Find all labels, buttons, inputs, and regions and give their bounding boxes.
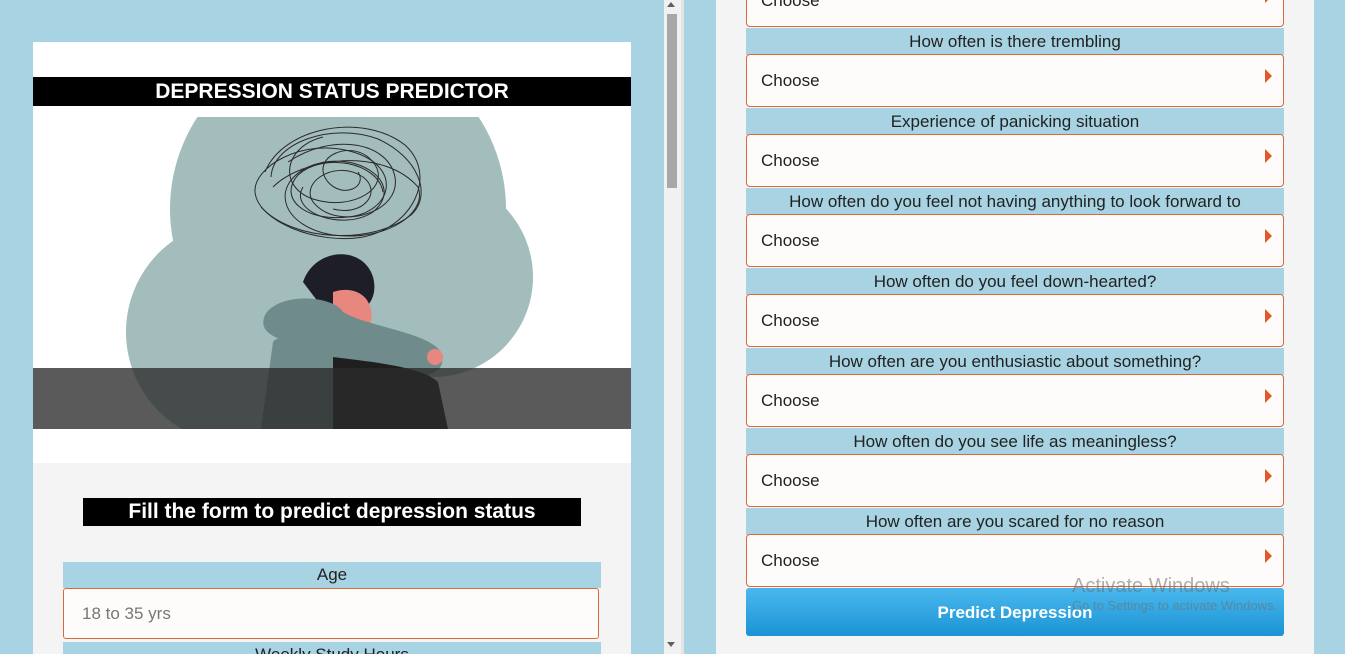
scroll-up-arrow-icon[interactable] — [667, 2, 675, 7]
question-label-trembling: How often is there trembling — [746, 28, 1284, 55]
app-title: DEPRESSION STATUS PREDICTOR — [33, 77, 631, 106]
select-value: Choose — [761, 471, 820, 490]
panicking-select[interactable]: Choose — [746, 134, 1284, 187]
question-label-panicking: Experience of panicking situation — [746, 108, 1284, 135]
enthusiastic-select[interactable]: Choose — [746, 374, 1284, 427]
hero-section: DEPRESSION STATUS PREDICTOR — [33, 42, 631, 463]
left-pane-scrollbar[interactable] — [664, 0, 682, 654]
question-label-enthusiastic: How often are you enthusiastic about som… — [746, 348, 1284, 375]
right-form-card: Choose How often is there trembling Choo… — [716, 0, 1314, 654]
dropdown-arrow-icon — [1265, 309, 1272, 323]
select-value: Choose — [761, 71, 820, 90]
dropdown-arrow-icon — [1265, 69, 1272, 83]
dropdown-arrow-icon — [1265, 469, 1272, 483]
trembling-select[interactable]: Choose — [746, 54, 1284, 107]
age-label: Age — [63, 562, 601, 588]
select-value: Choose — [761, 231, 820, 250]
select-value: Choose — [761, 311, 820, 330]
previous-question-select[interactable]: Choose — [746, 0, 1284, 27]
scroll-thumb[interactable] — [667, 14, 677, 188]
select-value: Choose — [761, 0, 820, 10]
weekly-study-hours-label: Weekly Study Hours — [63, 642, 601, 654]
floor-band — [33, 368, 631, 429]
dropdown-arrow-icon — [1265, 389, 1272, 403]
question-label-look-forward: How often do you feel not having anythin… — [746, 188, 1284, 215]
down-hearted-select[interactable]: Choose — [746, 294, 1284, 347]
left-pane: DEPRESSION STATUS PREDICTOR Fill the for… — [0, 0, 664, 654]
dropdown-arrow-icon — [1265, 549, 1272, 563]
form-heading: Fill the form to predict depression stat… — [83, 498, 581, 526]
person-hugging-knees-illustration — [33, 117, 631, 429]
select-value: Choose — [761, 151, 820, 170]
question-label-scared: How often are you scared for no reason — [746, 508, 1284, 535]
left-form-card: DEPRESSION STATUS PREDICTOR Fill the for… — [33, 42, 631, 654]
meaningless-select[interactable]: Choose — [746, 454, 1284, 507]
select-value: Choose — [761, 391, 820, 410]
scared-select[interactable]: Choose — [746, 534, 1284, 587]
dropdown-arrow-icon — [1265, 149, 1272, 163]
pane-divider — [681, 0, 684, 654]
scroll-down-arrow-icon[interactable] — [667, 642, 675, 647]
look-forward-select[interactable]: Choose — [746, 214, 1284, 267]
question-label-meaningless: How often do you see life as meaningless… — [746, 428, 1284, 455]
predict-depression-button[interactable]: Predict Depression — [746, 588, 1284, 636]
age-input[interactable] — [63, 588, 599, 639]
dropdown-arrow-icon — [1265, 0, 1272, 3]
question-label-down-hearted: How often do you feel down-hearted? — [746, 268, 1284, 295]
dropdown-arrow-icon — [1265, 229, 1272, 243]
select-value: Choose — [761, 551, 820, 570]
